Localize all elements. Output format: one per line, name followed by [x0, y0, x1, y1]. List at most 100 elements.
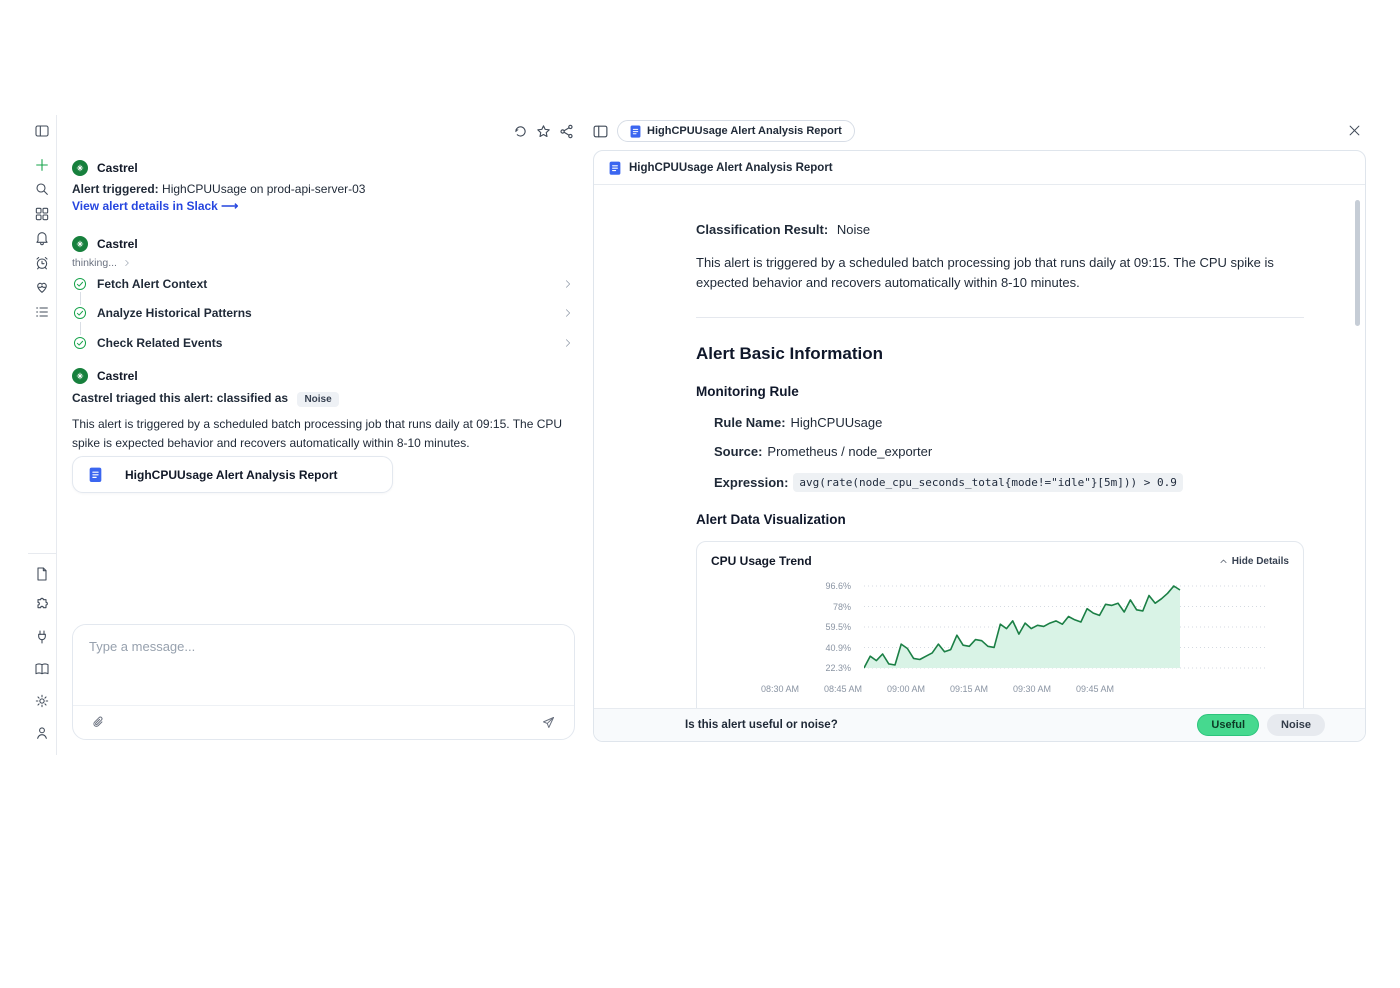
classification-badge: Noise: [297, 392, 338, 407]
close-icon[interactable]: [1347, 123, 1362, 138]
report-panel-header: HighCPUUsage Alert Analysis Report: [594, 151, 1365, 185]
settings-gear-icon[interactable]: [34, 693, 50, 709]
triage-prefix: Castrel triaged this alert: classified a…: [72, 391, 288, 405]
x-axis-labels: 08:30 AM08:45 AM09:00 AM09:15 AM09:30 AM…: [780, 684, 1289, 700]
feedback-question: Is this alert useful or noise?: [685, 719, 838, 731]
y-tick-label: 96.6%: [825, 581, 851, 591]
task-list-icon[interactable]: [34, 304, 50, 320]
section-visualization-title: Alert Data Visualization: [696, 512, 1305, 527]
check-circle-icon: [73, 306, 87, 320]
subsection-monitoring-rule-title: Monitoring Rule: [696, 384, 1305, 399]
report-title: HighCPUUsage Alert Analysis Report: [629, 162, 833, 174]
chart-card-header: CPU Usage Trend Hide Details: [711, 554, 1289, 568]
rail-divider: [28, 553, 57, 554]
apps-grid-icon[interactable]: [34, 206, 50, 222]
y-tick-label: 40.9%: [825, 643, 851, 653]
scrollbar-thumb[interactable]: [1355, 200, 1360, 326]
extensions-puzzle-icon[interactable]: [34, 597, 50, 613]
x-tick-label: 09:30 AM: [1013, 684, 1051, 694]
expression-row: Expression: avg(rate(node_cpu_seconds_to…: [714, 473, 1305, 492]
y-tick-label: 78%: [833, 602, 851, 612]
alert-triggered-line: Alert triggered: HighCPUUsage on prod-ap…: [72, 182, 365, 196]
rule-name-value: HighCPUUsage: [791, 415, 883, 430]
report-panel: HighCPUUsage Alert Analysis Report Class…: [593, 150, 1366, 742]
account-person-icon[interactable]: [34, 725, 50, 741]
notifications-bell-icon[interactable]: [34, 230, 50, 246]
x-tick-label: 08:30 AM: [761, 684, 799, 694]
x-tick-label: 09:00 AM: [887, 684, 925, 694]
x-tick-label: 08:45 AM: [824, 684, 862, 694]
report-content: Classification Result: Noise This alert …: [594, 186, 1365, 708]
agent-avatar: [72, 160, 88, 176]
docs-book-icon[interactable]: [34, 661, 50, 677]
message-composer: [72, 624, 575, 740]
cpu-usage-trend-card: CPU Usage Trend Hide Details 96.6% 78% 59.…: [696, 541, 1304, 708]
thinking-label: thinking...: [72, 257, 117, 269]
alert-triggered-text: HighCPUUsage on prod-api-server-03: [162, 182, 365, 196]
chart-title: CPU Usage Trend: [711, 554, 812, 568]
document-icon: [630, 125, 641, 138]
sidebar-toggle-icon[interactable]: [34, 123, 50, 139]
rule-name-row: Rule Name: HighCPUUsage: [714, 415, 1305, 430]
alert-triggered-label: Alert triggered:: [72, 182, 159, 196]
agent-name: Castrel: [97, 237, 138, 251]
expression-label: Expression:: [714, 475, 788, 490]
agent-name: Castrel: [97, 161, 138, 175]
step-check-related-events[interactable]: Check Related Events: [72, 334, 573, 352]
integrations-plug-icon[interactable]: [34, 629, 50, 645]
source-value: Prometheus / node_exporter: [767, 444, 932, 459]
attach-paperclip-icon[interactable]: [91, 715, 106, 730]
classification-result-line: Classification Result: Noise: [696, 222, 1305, 237]
check-circle-icon: [73, 277, 87, 291]
step-label: Check Related Events: [97, 336, 222, 350]
agent-avatar: [72, 236, 88, 252]
app-window: HighCPUUsage Alert Analysis Report Castr…: [28, 115, 1376, 755]
chevron-right-icon: [563, 308, 573, 318]
attachment-title: HighCPUUsage Alert Analysis Report: [125, 468, 338, 482]
hide-details-button[interactable]: Hide Details: [1219, 556, 1289, 567]
new-chat-plus-icon[interactable]: [34, 157, 50, 173]
agent-message-header: Castrel: [72, 236, 138, 252]
expression-code: avg(rate(node_cpu_seconds_total{mode!="i…: [793, 473, 1183, 492]
message-input[interactable]: [73, 625, 574, 705]
send-icon[interactable]: [541, 715, 556, 730]
chevron-right-icon: [563, 338, 573, 348]
agent-message-header: Castrel: [72, 160, 138, 176]
section-divider: [696, 317, 1304, 318]
cpu-usage-line-chart: [864, 580, 1266, 680]
x-tick-label: 09:45 AM: [1076, 684, 1114, 694]
step-analyze-historical-patterns[interactable]: Analyze Historical Patterns: [72, 304, 573, 322]
alarm-clock-icon[interactable]: [34, 255, 50, 271]
slack-details-link[interactable]: View alert details in Slack ⟶: [72, 199, 238, 213]
documents-icon[interactable]: [34, 566, 50, 582]
step-fetch-alert-context[interactable]: Fetch Alert Context: [72, 275, 573, 293]
document-icon: [609, 161, 621, 175]
chevron-right-icon: [563, 279, 573, 289]
step-label: Analyze Historical Patterns: [97, 306, 252, 320]
document-icon: [89, 467, 102, 483]
x-tick-label: 09:15 AM: [950, 684, 988, 694]
y-axis-labels: 96.6%78%59.5%40.9%22.3%: [795, 580, 851, 680]
useful-button[interactable]: Useful: [1197, 714, 1259, 736]
health-heart-icon[interactable]: [34, 279, 50, 295]
noise-button[interactable]: Noise: [1267, 714, 1325, 736]
report-tab-label: HighCPUUsage Alert Analysis Report: [647, 125, 842, 137]
check-circle-icon: [73, 336, 87, 350]
panel-toggle-icon[interactable]: [592, 123, 609, 140]
agent-message-header: Castrel: [72, 368, 138, 384]
chart-plot-area: 96.6%78%59.5%40.9%22.3%: [795, 580, 1289, 680]
chat-column: Castrel Alert triggered: HighCPUUsage on…: [57, 115, 593, 755]
feedback-bar: Is this alert useful or noise? Useful No…: [594, 708, 1365, 741]
search-icon[interactable]: [34, 181, 50, 197]
chevron-up-icon: [1219, 557, 1228, 566]
y-tick-label: 59.5%: [825, 622, 851, 632]
chevron-right-icon: [123, 259, 131, 267]
composer-footer: [73, 705, 574, 739]
hide-details-label: Hide Details: [1232, 556, 1289, 567]
classification-label: Classification Result:: [696, 222, 828, 237]
report-attachment-card[interactable]: HighCPUUsage Alert Analysis Report: [72, 456, 393, 493]
report-tab[interactable]: HighCPUUsage Alert Analysis Report: [617, 120, 855, 142]
agent-avatar: [72, 368, 88, 384]
thinking-toggle[interactable]: thinking...: [72, 257, 131, 269]
agent-name: Castrel: [97, 369, 138, 383]
